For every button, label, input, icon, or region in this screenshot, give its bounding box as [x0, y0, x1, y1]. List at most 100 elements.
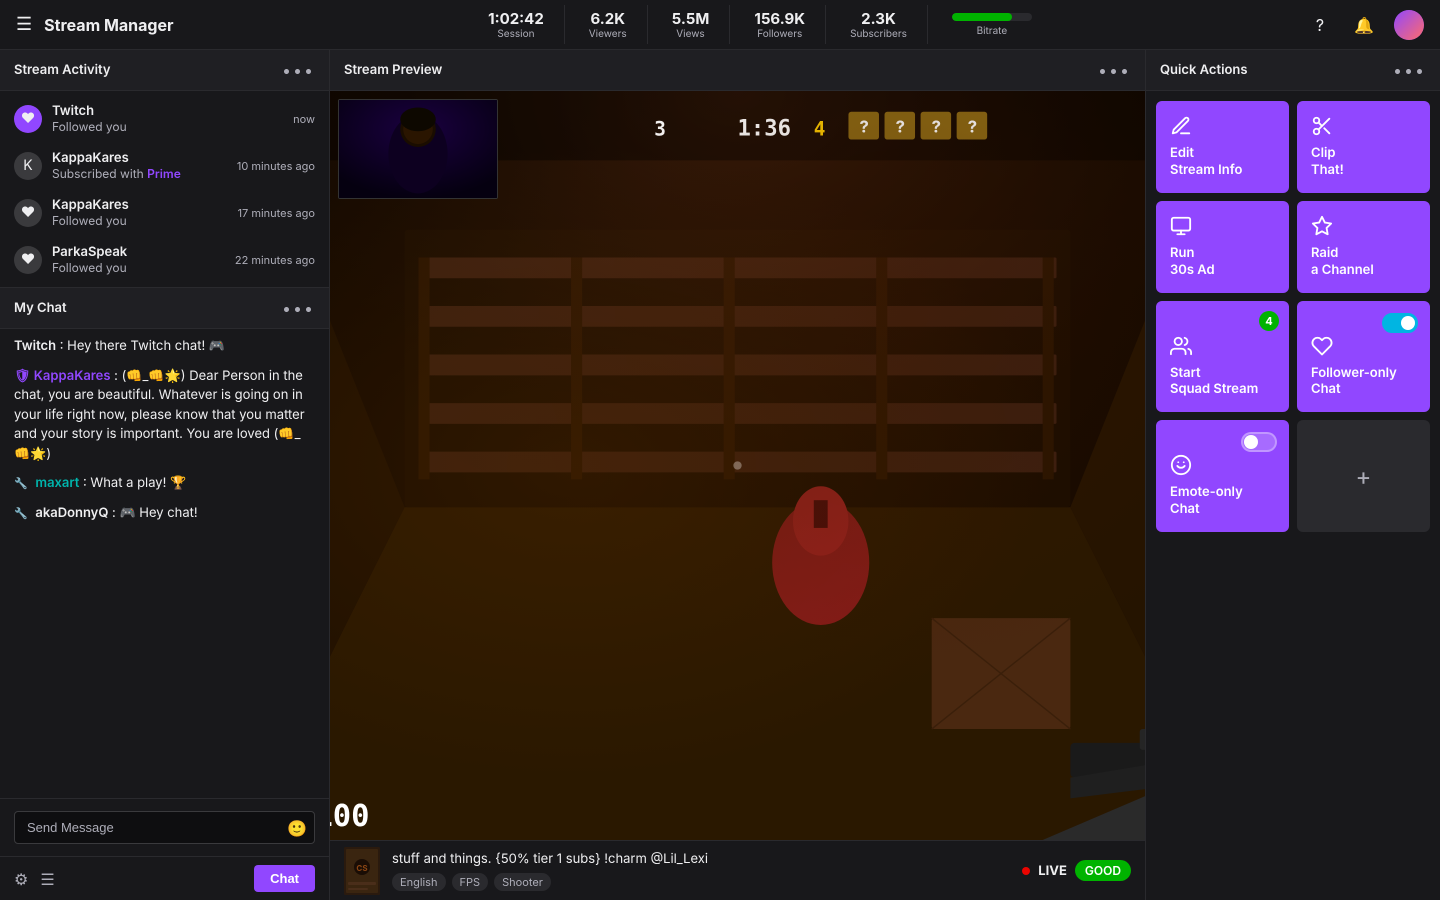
emote-only-toggle-knob: [1244, 435, 1258, 449]
activity-action-kappa2: Followed you: [52, 213, 228, 228]
stat-session: 1:02:42 Session: [468, 5, 565, 44]
avatar[interactable]: [1394, 10, 1424, 40]
right-panel: Quick Actions ••• EditStream Info: [1145, 50, 1440, 900]
raid-channel-card[interactable]: Raida Channel: [1297, 201, 1430, 293]
add-action-card[interactable]: +: [1297, 420, 1430, 532]
chat-messages: Twitch : Hey there Twitch chat! 🎮 🛡 Kapp…: [0, 329, 329, 798]
stream-preview-menu-icon[interactable]: •••: [1098, 60, 1131, 80]
activity-action-kappa1: Subscribed with Prime: [52, 166, 227, 181]
tag-fps[interactable]: FPS: [452, 873, 489, 891]
activity-time-twitch: now: [293, 112, 315, 126]
game-thumb-svg: CS: [344, 847, 380, 895]
edit-stream-info-label: EditStream Info: [1170, 145, 1275, 179]
notifications-icon[interactable]: 🔔: [1350, 11, 1378, 39]
left-panel: Stream Activity ••• ♥ Twitch Followed yo…: [0, 50, 330, 900]
stat-views: 5.5M Views: [652, 5, 731, 44]
live-text: LIVE: [1038, 863, 1067, 879]
my-chat-title: My Chat: [14, 300, 67, 316]
edit-stream-info-card[interactable]: EditStream Info: [1156, 101, 1289, 193]
activity-username-twitch: Twitch: [52, 103, 283, 119]
stat-subscribers-label: Subscribers: [850, 28, 907, 40]
stat-viewers-label: Viewers: [589, 28, 627, 40]
stat-subscribers: 2.3K Subscribers: [830, 5, 928, 44]
chat-input-area: 🙂: [0, 798, 329, 856]
tag-shooter[interactable]: Shooter: [494, 873, 551, 891]
follower-only-chat-label: Follower-onlyChat: [1311, 365, 1416, 399]
chat-text-twitch: Hey there Twitch chat! 🎮: [67, 338, 225, 354]
app-title: Stream Manager: [44, 15, 173, 35]
game-thumbnail: CS: [344, 847, 380, 895]
clip-that-label: ClipThat!: [1311, 145, 1416, 179]
chat-message-donny: 🔧 akaDonnyQ : 🎮 Hey chat!: [14, 504, 315, 524]
list-icon[interactable]: ☰: [40, 869, 54, 889]
stat-viewers: 6.2K Viewers: [569, 5, 648, 44]
stream-preview-title: Stream Preview: [344, 62, 442, 78]
stat-followers: 156.9K Followers: [734, 5, 826, 44]
quick-actions-menu-icon[interactable]: •••: [1393, 60, 1426, 80]
settings-icon[interactable]: ⚙: [14, 869, 28, 889]
stats-bar: 1:02:42 Session 6.2K Viewers 5.5M Views …: [232, 5, 1288, 44]
activity-content-kappa2: KappaKares Followed you: [52, 197, 228, 228]
live-status: LIVE GOOD: [1022, 860, 1131, 881]
bitrate-fill: [952, 13, 1012, 21]
stat-followers-value: 156.9K: [754, 9, 805, 28]
emote-only-chat-card[interactable]: Emote-onlyChat: [1156, 420, 1289, 532]
clip-that-card[interactable]: ClipThat!: [1297, 101, 1430, 193]
activity-username-kappa2: KappaKares: [52, 197, 228, 213]
help-icon[interactable]: ?: [1306, 11, 1334, 39]
stream-footer: CS stuff and things. {50% tier 1 subs} !…: [330, 840, 1145, 900]
stat-session-value: 1:02:42: [488, 9, 544, 28]
emote-only-toggle[interactable]: [1241, 432, 1277, 452]
start-squad-stream-card[interactable]: 4 StartSquad Stream: [1156, 301, 1289, 413]
nav-left: ☰ Stream Manager: [16, 14, 216, 35]
webcam-svg: [339, 99, 497, 199]
quick-actions-header: Quick Actions •••: [1146, 50, 1440, 91]
activity-item-parka: ♥ ParkaSpeak Followed you 22 minutes ago: [0, 236, 329, 283]
emoji-picker-icon[interactable]: 🙂: [287, 818, 307, 838]
chat-text-donny: 🎮 Hey chat!: [119, 505, 197, 521]
prime-label: Prime: [147, 166, 181, 181]
stat-subscribers-value: 2.3K: [861, 9, 896, 28]
stat-viewers-value: 6.2K: [590, 9, 625, 28]
hamburger-icon[interactable]: ☰: [16, 14, 32, 35]
center-panel: Stream Preview •••: [330, 50, 1145, 900]
raid-channel-label: Raida Channel: [1311, 245, 1416, 279]
activity-action-parka: Followed you: [52, 260, 225, 275]
activity-icon-kappa1: K: [14, 152, 42, 180]
chat-button[interactable]: Chat: [254, 865, 315, 892]
game-overlay: [330, 91, 1145, 840]
activity-time-parka: 22 minutes ago: [235, 253, 315, 267]
my-chat-section: My Chat ••• Twitch : Hey there Twitch ch…: [0, 288, 329, 900]
activity-list: ♥ Twitch Followed you now K KappaKares S…: [0, 91, 329, 287]
activity-icon-parka: ♥: [14, 246, 42, 274]
good-badge: GOOD: [1075, 860, 1131, 881]
webcam-person: [339, 100, 497, 198]
chat-message-maxart: 🔧 maxart : What a play! 🏆: [14, 474, 315, 494]
stream-activity-title: Stream Activity: [14, 62, 111, 78]
follower-only-toggle-row: [1382, 313, 1418, 333]
tag-english[interactable]: English: [392, 873, 446, 891]
run-ad-card[interactable]: Run30s Ad: [1156, 201, 1289, 293]
activity-item-kappa1: K KappaKares Subscribed with Prime 10 mi…: [0, 142, 329, 189]
my-chat-header: My Chat •••: [0, 288, 329, 329]
activity-time-kappa2: 17 minutes ago: [238, 206, 315, 220]
stat-views-value: 5.5M: [672, 9, 710, 28]
start-squad-stream-label: StartSquad Stream: [1170, 365, 1275, 399]
chat-input[interactable]: [14, 811, 315, 844]
wrench-icon-donny: 🔧: [14, 506, 28, 520]
my-chat-menu-icon[interactable]: •••: [282, 298, 315, 318]
stat-views-label: Views: [676, 28, 704, 40]
chat-message-kappa: 🛡 KappaKares : (👊_👊🌟) Dear Person in the…: [14, 367, 315, 465]
quick-actions-title: Quick Actions: [1160, 62, 1248, 78]
stream-activity-menu-icon[interactable]: •••: [282, 60, 315, 80]
top-nav: ☰ Stream Manager 1:02:42 Session 6.2K Vi…: [0, 0, 1440, 50]
chat-sender-maxart: maxart: [35, 475, 79, 491]
stream-preview-header: Stream Preview •••: [330, 50, 1145, 91]
emote-only-toggle-row: [1241, 432, 1277, 452]
stream-info: stuff and things. {50% tier 1 subs} !cha…: [392, 851, 1010, 891]
follower-only-toggle[interactable]: [1382, 313, 1418, 333]
avatar-image: [1394, 10, 1424, 40]
bitrate-bar: [952, 13, 1032, 21]
chat-sender-donny: akaDonnyQ: [35, 505, 108, 521]
follower-only-chat-card[interactable]: Follower-onlyChat: [1297, 301, 1430, 413]
